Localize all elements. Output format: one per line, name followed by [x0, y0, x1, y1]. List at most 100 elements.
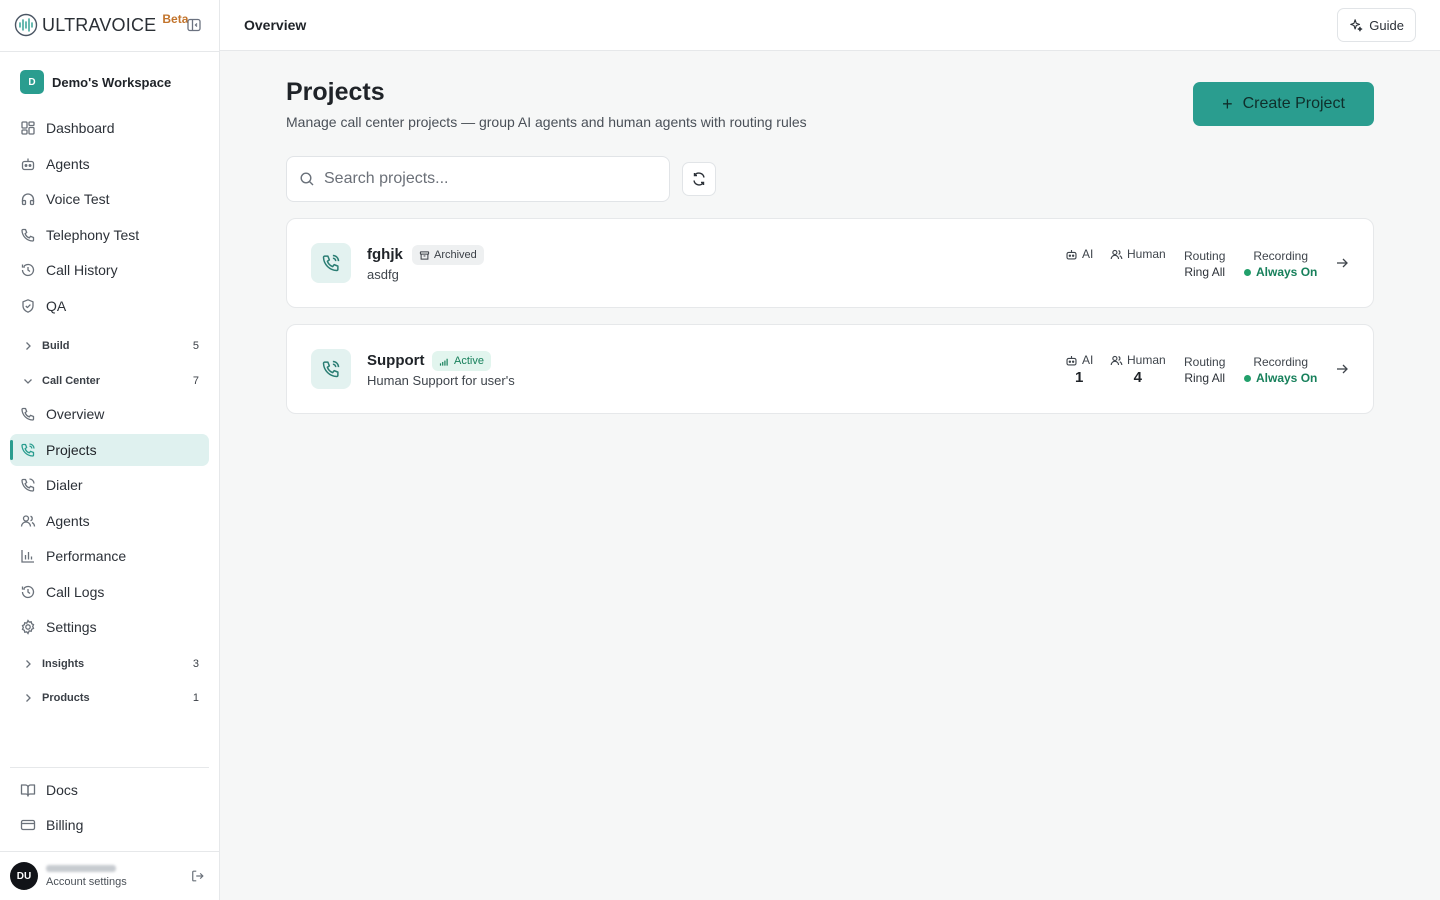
sidebar-group-products[interactable]: Products 1 [10, 686, 209, 710]
recording-label: Recording [1253, 249, 1309, 263]
bot-icon [1065, 248, 1082, 261]
bar-chart-icon [20, 548, 36, 564]
sparkles-icon [1349, 18, 1363, 32]
chevron-right-icon [22, 658, 34, 670]
routing-label: Routing [1184, 249, 1226, 263]
group-label: Call Center [42, 375, 101, 387]
credit-card-icon [20, 817, 36, 833]
project-card[interactable]: fghjk Archived asdfg AI Human Routing Ri… [286, 218, 1374, 308]
sidebar-item-overview[interactable]: Overview [10, 398, 209, 430]
sidebar-group-call-center[interactable]: Call Center 7 [10, 369, 209, 393]
search-icon [299, 171, 315, 187]
sidebar-item-label: Voice Test [46, 191, 110, 207]
sidebar-item-label: Billing [46, 817, 84, 833]
account-settings-link[interactable]: Account settings [46, 876, 127, 888]
routing-label: Routing [1184, 355, 1226, 369]
sidebar-item-qa[interactable]: QA [10, 290, 209, 322]
metric-label: AI [1082, 247, 1094, 261]
sidebar-item-call-history[interactable]: Call History [10, 254, 209, 286]
beta-badge: Beta [162, 12, 189, 26]
recording-info: Recording Always On [1244, 354, 1317, 386]
bot-icon [20, 156, 36, 172]
sidebar-item-billing[interactable]: Billing [10, 809, 209, 841]
sidebar-group-insights[interactable]: Insights 3 [10, 652, 209, 676]
sidebar-item-label: Call Logs [46, 584, 105, 600]
group-label: Build [42, 340, 70, 352]
guide-button[interactable]: Guide [1337, 8, 1416, 42]
recording-value: Always On [1244, 370, 1317, 386]
sidebar-item-telephony-test[interactable]: Telephony Test [10, 219, 209, 251]
sidebar-item-projects[interactable]: Projects [10, 434, 209, 466]
metric-value: 1 [1075, 369, 1084, 386]
sidebar-item-call-logs[interactable]: Call Logs [10, 576, 209, 608]
search-input[interactable] [324, 170, 644, 188]
status-label: Active [454, 355, 484, 367]
search-box[interactable] [286, 156, 670, 202]
project-card[interactable]: Support Active Human Support for user's … [286, 324, 1374, 414]
sidebar-item-agents[interactable]: Agents [10, 148, 209, 180]
sidebar-item-label: Call History [46, 262, 118, 278]
arrow-right-icon[interactable] [1335, 256, 1349, 270]
create-project-label: Create Project [1242, 95, 1345, 112]
phone-outgoing-icon [20, 477, 36, 493]
recording-info: Recording Always On [1244, 248, 1317, 280]
group-label: Products [42, 692, 90, 704]
users-icon [20, 513, 36, 529]
phone-call-icon [311, 349, 351, 389]
dashboard-icon [20, 120, 36, 136]
group-label: Insights [42, 658, 85, 670]
sidebar-item-dialer[interactable]: Dialer [10, 469, 209, 501]
metric-label: AI [1082, 353, 1094, 367]
brand[interactable]: ULTRAVOICE Beta [14, 12, 188, 38]
sidebar-item-settings[interactable]: Settings [10, 611, 209, 643]
history-icon [20, 262, 36, 278]
group-count: 5 [192, 340, 199, 352]
avatar: DU [10, 862, 38, 890]
archive-icon [419, 250, 434, 261]
sidebar-item-dashboard[interactable]: Dashboard [10, 112, 209, 144]
phone-call-icon [20, 442, 36, 458]
status-badge: Active [432, 351, 491, 371]
sidebar-item-cc-agents[interactable]: Agents [10, 505, 209, 537]
sidebar-item-label: Dashboard [46, 120, 115, 136]
workspace-avatar: D [20, 70, 44, 94]
routing-value: Ring All [1184, 265, 1226, 279]
chevron-right-icon [22, 692, 34, 704]
sidebar: ULTRAVOICE Beta D Demo's Workspace Dashb… [0, 0, 220, 900]
sidebar-item-docs[interactable]: Docs [10, 774, 209, 806]
project-description: Human Support for user's [367, 373, 515, 388]
arrow-right-icon[interactable] [1335, 362, 1349, 376]
project-name[interactable]: fghjk [367, 246, 403, 263]
sidebar-item-voice-test[interactable]: Voice Test [10, 183, 209, 215]
sidebar-item-label: QA [46, 298, 67, 314]
sidebar-item-label: Overview [46, 406, 105, 422]
gear-icon [20, 619, 36, 635]
ai-agents-metric: AI 1 [1065, 353, 1093, 386]
create-project-button[interactable]: + Create Project [1193, 82, 1374, 126]
logo-icon [14, 13, 38, 37]
user-name-redacted [46, 864, 116, 872]
sidebar-item-label: Agents [46, 513, 90, 529]
refresh-button[interactable] [682, 162, 716, 196]
status-label: Archived [434, 249, 477, 261]
sidebar-collapse-icon[interactable] [186, 17, 202, 33]
sidebar-item-label: Telephony Test [46, 227, 140, 243]
metric-label: Human [1127, 353, 1166, 367]
page-title: Projects [286, 78, 385, 106]
sidebar-group-build[interactable]: Build 5 [10, 334, 209, 358]
breadcrumb: Overview [244, 17, 307, 33]
workspace-switcher[interactable]: D Demo's Workspace [20, 70, 171, 94]
account-menu[interactable]: DU Account settings [10, 862, 209, 890]
group-count: 1 [192, 692, 199, 704]
human-agents-metric: Human 4 [1110, 353, 1166, 386]
logout-icon[interactable] [191, 869, 205, 883]
status-badge: Archived [412, 245, 484, 265]
project-name[interactable]: Support [367, 352, 425, 369]
plus-icon: + [1222, 93, 1233, 114]
divider [10, 767, 209, 768]
page-subtitle: Manage call center projects — group AI a… [286, 114, 807, 130]
sidebar-item-performance[interactable]: Performance [10, 540, 209, 572]
routing-value: Ring All [1184, 371, 1226, 385]
signal-bars-icon [439, 356, 454, 367]
refresh-icon [691, 171, 707, 187]
